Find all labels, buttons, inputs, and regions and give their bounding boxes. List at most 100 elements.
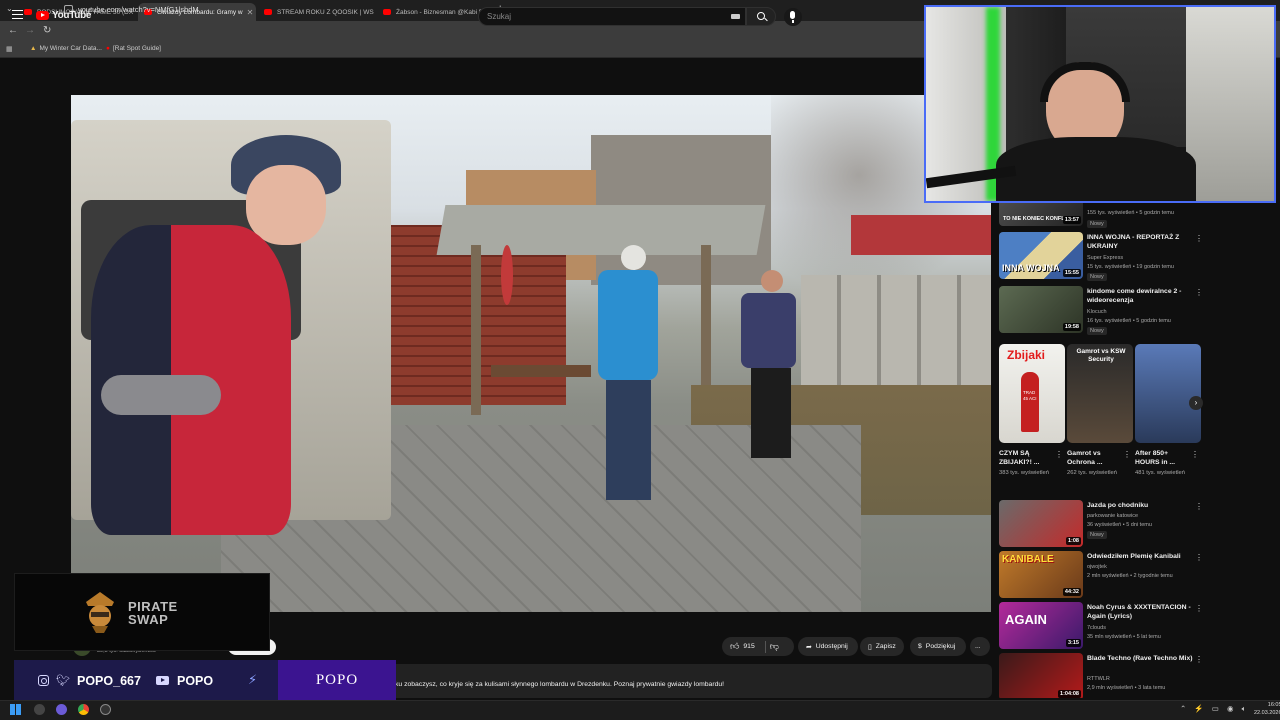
more-options-icon[interactable]: ⋮ [1195, 604, 1203, 613]
chrome-icon[interactable] [78, 704, 89, 715]
discord-icon[interactable] [56, 704, 67, 715]
search-input[interactable]: Szukaj [478, 7, 746, 26]
like-button[interactable]: 👍︎ 915 👎︎ [722, 637, 794, 656]
keyboard-icon[interactable] [731, 14, 740, 19]
bookmark-favicon-icon: ▲ [30, 45, 37, 52]
list-item[interactable]: KANIBALE 44:32 Odwiedziłem Plemię Kaniba… [999, 551, 1205, 603]
more-options-icon[interactable]: ⋮ [1191, 450, 1199, 459]
youtube-favicon-icon: ● [106, 45, 110, 52]
video-thumbnail[interactable]: TO NIE KONIEC KONFL... 13:57 [999, 203, 1083, 226]
browser-tab[interactable]: STREAM ROKU Z QOOSIK | WS✕ [258, 3, 376, 21]
more-actions-button[interactable]: ... [970, 637, 990, 656]
new-badge: Nowy [1087, 273, 1107, 281]
back-icon[interactable]: ← [8, 25, 18, 36]
apps-grid-icon[interactable]: ▦ [6, 45, 13, 53]
bookmark-item[interactable]: ● [Rat Spot Guide] [106, 45, 161, 52]
more-options-icon[interactable]: ⋮ [1195, 553, 1203, 562]
taskbar-clock[interactable]: 16:05 22.03.2026 [1254, 701, 1280, 717]
thumbnail-text: TO NIE KONIEC KONFL... [1003, 216, 1070, 222]
person-cap [621, 245, 646, 270]
taskbar-app-icon[interactable] [34, 704, 45, 715]
more-options-icon[interactable]: ⋮ [1195, 655, 1203, 664]
list-item[interactable]: INNA WOJNA 15:55 INNA WOJNA - REPORTAŻ Z… [999, 232, 1205, 284]
forward-icon[interactable]: → [25, 25, 35, 36]
short-title[interactable]: Gamrot vs Ochrona ... [1067, 449, 1119, 467]
video-title[interactable]: INNA WOJNA - REPORTAŻ Z UKRAINY [1087, 233, 1193, 251]
reload-icon[interactable]: ↻ [43, 25, 51, 36]
video-title[interactable]: kindome come dewiralnce 2 - wideorecenzj… [1087, 287, 1193, 305]
short-thumbnail[interactable] [1135, 344, 1201, 443]
tab-title: Żabson - Biznesman @Kabi Pro [396, 8, 489, 16]
clock-time: 16:05 [1267, 702, 1280, 708]
short-views: 481 tys. wyświetleń [1135, 470, 1185, 476]
video-title[interactable]: Odwiedziłem Plemię Kanibali [1087, 552, 1193, 561]
close-tab-icon[interactable]: ✕ [243, 8, 254, 17]
video-actions: 👍︎ 915 👎︎ ➦ Udostępnij ▯ Zapisz $ Podzię… [720, 637, 1000, 657]
thumbs-down-icon[interactable]: 👎︎ [770, 641, 779, 652]
close-tab-icon[interactable]: ✕ [374, 8, 376, 17]
channel-name[interactable]: Super Express [1087, 255, 1123, 261]
video-title[interactable]: Noah Cyrus & XXXTENTACION - Again (Lyric… [1087, 603, 1193, 621]
thumbs-up-icon: 👍︎ [730, 641, 740, 651]
new-badge: Nowy [1087, 531, 1107, 539]
system-tray[interactable]: ⌃ ⚡ ▭ ◉ 🔈︎ [1180, 704, 1249, 714]
streamer-shirt [996, 137, 1196, 201]
menu-icon[interactable] [12, 10, 23, 19]
youtube-logo[interactable]: YouTube MT [36, 9, 101, 21]
video-meta: 2,9 mln wyświetleń • 3 lata temu [1087, 685, 1166, 691]
video-thumbnail[interactable]: INNA WOJNA 15:55 [999, 232, 1083, 279]
short-thumbnail[interactable]: Zbijaki TRAD 45 ACI [999, 344, 1065, 443]
webcam-overlay [924, 5, 1276, 203]
video-thumbnail[interactable]: 19:58 [999, 286, 1083, 333]
share-button[interactable]: ➦ Udostępnij [798, 637, 858, 656]
video-thumbnail[interactable]: KANIBALE 44:32 [999, 551, 1083, 598]
more-options-icon[interactable]: ⋮ [1195, 502, 1203, 511]
bookmark-icon: ▯ [868, 643, 872, 651]
list-item[interactable]: AGAIN 3:15 Noah Cyrus & XXXTENTACION - A… [999, 602, 1205, 654]
list-item[interactable]: 1:08 Jazda po chodniku parkowanie katowi… [999, 500, 1205, 552]
youtube-favicon-icon [24, 9, 32, 15]
video-thumbnail[interactable]: AGAIN 3:15 [999, 602, 1083, 649]
channel-name[interactable]: RTTWLR [1087, 676, 1110, 682]
windows-start-icon[interactable] [10, 704, 21, 715]
thumbnail-text: Zbijaki [1007, 348, 1046, 362]
video-title[interactable]: Blade Techno (Rave Techno Mix) [1087, 654, 1193, 663]
channel-name[interactable]: 7clouds [1087, 625, 1106, 631]
voice-search-icon[interactable] [784, 8, 802, 26]
more-options-icon[interactable]: ⋮ [1195, 234, 1203, 243]
chevron-right-icon[interactable]: › [1189, 396, 1203, 410]
short-thumbnail[interactable]: Gamrot vs KSW Security [1067, 344, 1133, 443]
channel-name[interactable]: parkowanie katowice [1087, 513, 1138, 519]
more-options-icon[interactable]: ⋮ [1195, 288, 1203, 297]
more-options-icon[interactable]: ⋮ [1055, 450, 1063, 459]
video-thumbnail[interactable]: 1:04:08 [999, 653, 1083, 698]
short-title[interactable]: After 850+ HOURS in ... [1135, 449, 1187, 467]
thanks-button[interactable]: $ Podziękuj [910, 637, 966, 656]
short-item[interactable]: After 850+ HOURS in ... 481 tys. wyświet… [1135, 344, 1201, 477]
video-player[interactable] [71, 95, 991, 612]
list-item[interactable]: 1:04:08 Blade Techno (Rave Techno Mix) R… [999, 653, 1205, 698]
obs-icon[interactable] [100, 704, 111, 715]
sponsor-name: PIRATE SWAP [128, 600, 178, 626]
list-item[interactable]: TO NIE KONIEC KONFL... 13:57 155 tys. wy… [999, 203, 1205, 231]
channel-name[interactable]: Klocuch [1087, 309, 1107, 315]
short-item[interactable]: Zbijaki TRAD 45 ACI CZYM SĄ ZBIJAKI?! ..… [999, 344, 1065, 477]
short-item[interactable]: Gamrot vs KSW Security Gamrot vs Ochrona… [1067, 344, 1133, 477]
list-item[interactable]: 19:58 kindome come dewiralnce 2 - wideor… [999, 286, 1205, 338]
like-count: 915 [743, 643, 755, 650]
video-duration: 44:32 [1062, 588, 1081, 596]
youtube-play-icon [36, 11, 49, 20]
short-title[interactable]: CZYM SĄ ZBIJAKI?! ... [999, 449, 1051, 467]
short-views: 383 tys. wyświetleń [999, 470, 1049, 476]
save-button[interactable]: ▯ Zapisz [860, 637, 904, 656]
more-options-icon[interactable]: ⋮ [1123, 450, 1131, 459]
video-meta: 155 tys. wyświetleń • 5 godzin temu [1087, 210, 1174, 216]
video-title[interactable]: Jazda po chodniku [1087, 501, 1193, 510]
channel-name[interactable]: ojwojtek [1087, 564, 1107, 570]
share-label: Udostępnij [815, 643, 848, 650]
bookmark-item[interactable]: ▲ My Winter Car Data... [30, 45, 102, 52]
video-duration: 1:08 [1065, 537, 1081, 545]
video-thumbnail[interactable]: 1:08 [999, 500, 1083, 547]
search-button[interactable] [746, 7, 776, 26]
red-roof [851, 215, 991, 255]
